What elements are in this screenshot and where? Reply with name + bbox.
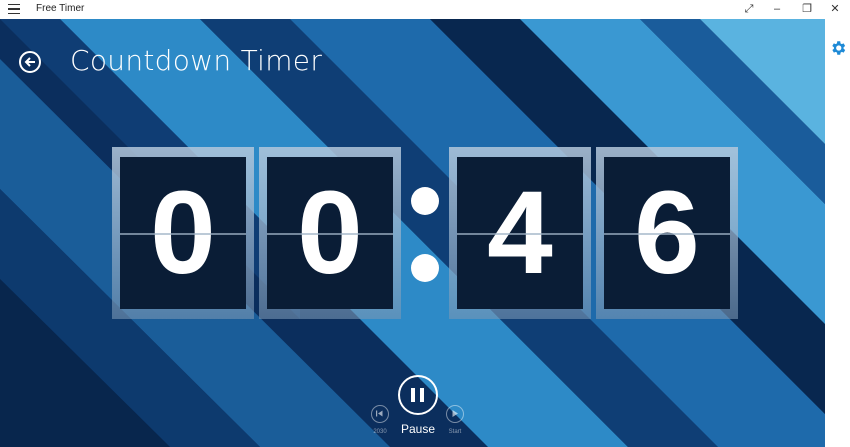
colon-top-dot [411, 187, 439, 215]
restore-button[interactable]: ❐ [794, 0, 820, 19]
reset-label: 2030 [373, 429, 387, 435]
start-label: Start [448, 429, 462, 435]
expand-icon[interactable]: ⤢ [736, 0, 762, 19]
digit-seconds-ones: 6 [596, 147, 738, 319]
right-sidebar [825, 19, 850, 447]
digit-minutes-tens: 0 [112, 147, 254, 319]
play-icon [452, 410, 458, 417]
colon-bottom-dot [411, 254, 439, 282]
title-bar: Free Timer ⤢ – ❐ ✕ [0, 0, 850, 19]
reset-button[interactable] [371, 405, 389, 423]
close-button[interactable]: ✕ [822, 0, 848, 19]
minimize-button[interactable]: – [764, 0, 790, 19]
back-button[interactable] [19, 51, 41, 73]
timer-view: Countdown Timer 0 0 4 6 2030 Pause Start [0, 19, 825, 447]
back-arrow-icon [24, 57, 35, 67]
pause-label: Pause [400, 422, 436, 436]
digit-minutes-ones: 0 [259, 147, 401, 319]
pause-icon [411, 388, 415, 402]
pause-button[interactable] [398, 375, 438, 415]
hamburger-menu-icon[interactable] [8, 4, 20, 15]
page-title: Countdown Timer [70, 44, 323, 77]
skip-back-icon [376, 410, 383, 417]
app-title: Free Timer [36, 3, 85, 14]
gear-icon[interactable] [829, 39, 847, 57]
start-button[interactable] [446, 405, 464, 423]
digit-seconds-tens: 4 [449, 147, 591, 319]
